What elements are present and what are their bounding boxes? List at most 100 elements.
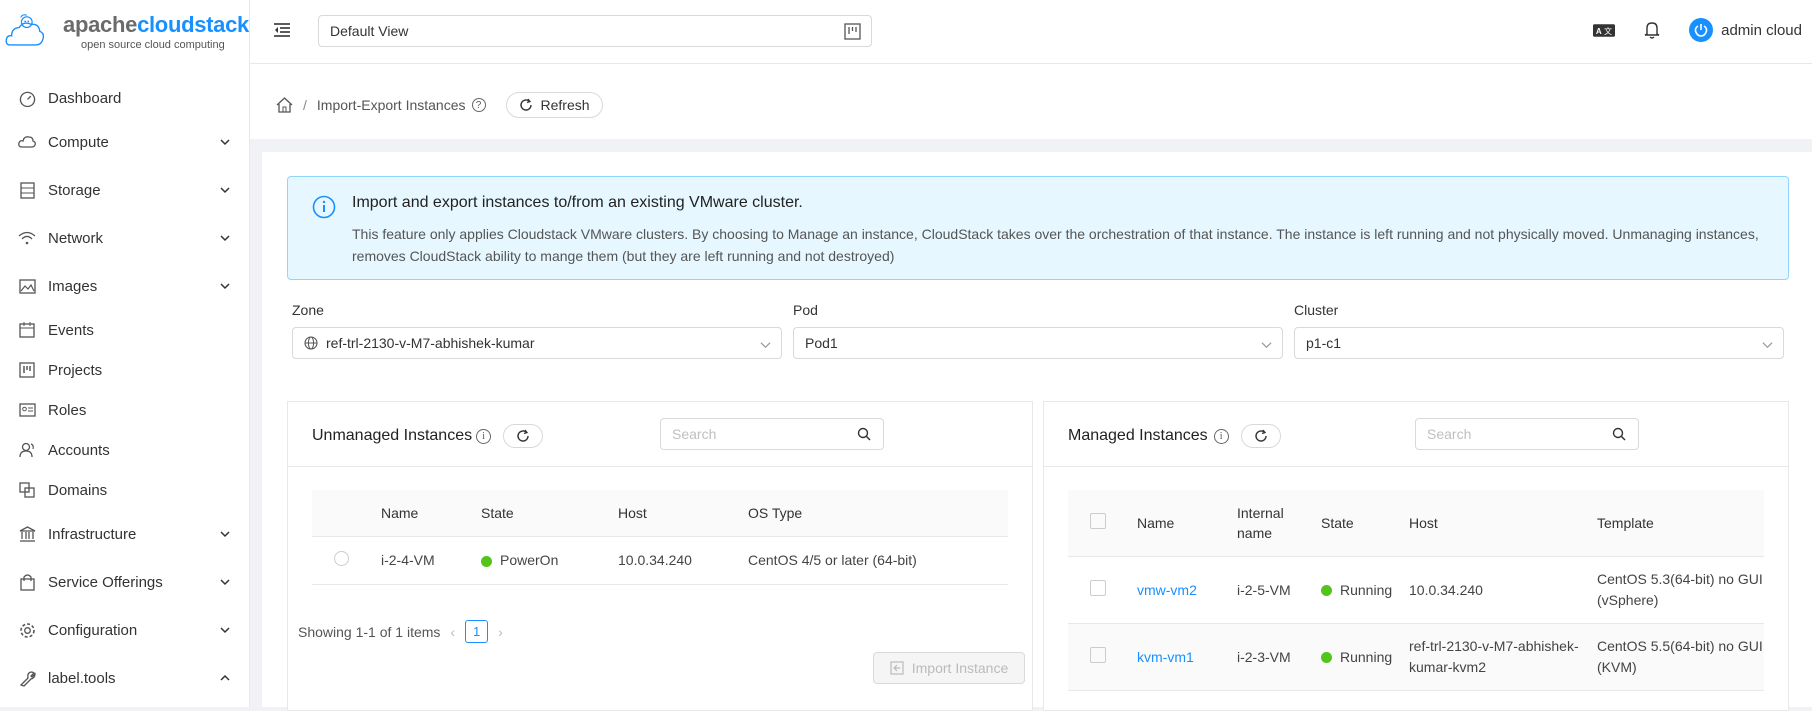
cell-template: CentOS 5.5(64-bit) no GUI (KVM) [1596,623,1764,691]
sidebar-item-infrastructure[interactable]: Infrastructure [0,510,249,558]
sidebar-item-compute[interactable]: Compute [0,118,249,166]
import-instance-button[interactable]: Import Instance [873,652,1025,684]
refresh-label: Refresh [540,97,590,113]
shopping-icon [18,573,36,591]
bank-icon [18,525,36,543]
cluster-select[interactable]: p1-c1 [1294,327,1784,359]
sidebar-item-accounts[interactable]: Accounts [0,430,249,470]
managed-search-input[interactable]: Search [1415,418,1639,450]
wifi-icon [18,229,36,247]
instance-link[interactable]: vmw-vm2 [1137,582,1197,598]
sidebar-item-label: Dashboard [48,89,122,107]
managed-refresh-button[interactable] [1240,424,1281,448]
search-icon[interactable] [1612,427,1626,441]
sidebar-item-projects[interactable]: Projects [0,350,249,390]
status-dot [1321,585,1332,597]
project-icon [844,23,861,40]
table-row[interactable]: kvm-vm1 i-2-3-VM Running ref-trl-2130-v-… [1068,623,1764,691]
cluster-value: p1-c1 [1306,335,1342,351]
state-label: Running [1340,581,1393,598]
menu-fold-icon[interactable] [272,20,292,40]
main-content: Import and export instances to/from an e… [262,152,1812,711]
logo[interactable]: apachecloudstack open source cloud compu… [0,0,249,64]
select-all-checkbox[interactable] [1090,513,1106,530]
column-header[interactable]: Internal name [1236,490,1320,557]
status-dot [1321,652,1332,664]
info-icon[interactable]: i [476,428,492,444]
dashboard-icon [18,89,36,107]
picture-icon [18,277,36,295]
translate-icon[interactable]: A文 [1593,19,1616,41]
sidebar-item-roles[interactable]: Roles [0,390,249,430]
sidebar-item-configuration[interactable]: Configuration [0,606,249,654]
zone-filter: Zone ref-trl-2130-v-M7-abhishek-kumar [292,302,782,359]
sidebar-item-label: Network [48,229,104,247]
column-header[interactable]: Name [1136,490,1236,557]
view-select[interactable]: Default View [318,15,872,47]
column-header[interactable]: Host [617,490,747,537]
cell-host: 10.0.34.240 [617,536,747,585]
sidebar-item-label: Service Offerings [48,573,163,591]
sidebar-item-label: Projects [48,361,103,379]
cell-template: CentOS 5.3(64-bit) no GUI (vSphere) [1596,556,1764,624]
logo-word-cloudstack: cloudstack [137,11,249,37]
project-icon [18,361,36,379]
breadcrumb: / Import-Export Instances ? Refresh [276,92,603,118]
prev-page-icon[interactable]: ‹ [450,624,455,640]
sidebar-item-label: Infrastructure [48,525,137,543]
reload-icon [1254,429,1267,442]
breadcrumb-separator: / [303,97,307,113]
row-checkbox[interactable] [1090,647,1106,663]
search-placeholder: Search [1427,426,1472,442]
sidebar-item-network[interactable]: Network [0,214,249,262]
breadcrumb-bar: / Import-Export Instances ? Refresh [250,64,1812,139]
column-header[interactable]: Name [380,490,480,537]
user-name[interactable]: admin cloud [1721,22,1802,39]
cell-host: 10.0.34.240 [1408,556,1596,624]
table-row[interactable]: i-2-4-VM PowerOn 10.0.34.240 CentOS 4/5 … [312,536,1008,585]
avatar[interactable] [1689,18,1714,42]
column-header[interactable]: Host [1408,490,1596,557]
column-header[interactable]: State [480,490,617,537]
row-radio[interactable] [334,551,349,566]
refresh-button[interactable]: Refresh [505,92,603,118]
zone-label: Zone [292,302,324,318]
sidebar-item-dashboard[interactable]: Dashboard [0,78,249,118]
pod-select[interactable]: Pod1 [793,327,1283,359]
sidebar-item-storage[interactable]: Storage [0,166,249,214]
search-icon[interactable] [857,427,871,441]
column-header[interactable]: OS Type [747,490,1008,537]
sidebar-item-events[interactable]: Events [0,310,249,350]
view-select-value: Default View [330,23,409,39]
sidebar-item-tools[interactable]: label.tools [0,654,249,702]
row-checkbox[interactable] [1090,580,1106,596]
column-header[interactable]: Template [1596,490,1764,557]
table-row[interactable]: vmw-vm2 i-2-5-VM Running 10.0.34.240 Cen… [1068,556,1764,624]
next-page-icon[interactable]: › [498,624,503,640]
unmanaged-refresh-button[interactable] [503,424,544,448]
sidebar-item-service-offerings[interactable]: Service Offerings [0,558,249,606]
cell-name: i-2-4-VM [380,536,480,585]
chevron-down-icon [220,283,230,290]
state-label: Running [1340,648,1393,665]
bell-icon[interactable] [1641,19,1663,41]
home-icon[interactable] [276,97,293,113]
chevron-down-icon [220,531,230,538]
instance-link[interactable]: kvm-vm1 [1137,649,1194,665]
page-current[interactable]: 1 [465,620,489,643]
chevron-down-icon [220,235,230,242]
question-icon[interactable]: ? [471,98,486,112]
managed-table: Name Internal name State Host Template v… [1068,490,1764,691]
unmanaged-search-input[interactable]: Search [660,418,884,450]
sidebar-item-label: Compute [48,133,109,151]
zone-select[interactable]: ref-trl-2130-v-M7-abhishek-kumar [292,327,782,359]
svg-text:文: 文 [1604,25,1612,35]
sidebar-item-images[interactable]: Images [0,262,249,310]
info-icon[interactable]: i [1213,428,1229,444]
sidebar-item-domains[interactable]: Domains [0,470,249,510]
unmanaged-instances-panel: Unmanaged Instances i Search Name State … [287,401,1033,711]
cell-host: ref-trl-2130-v-M7-abhishek-kumar-kvm2 [1408,623,1596,691]
managed-instances-panel: Managed Instances i Search Name Internal… [1043,401,1789,711]
column-header[interactable]: State [1320,490,1408,557]
cloud-icon [18,133,36,151]
